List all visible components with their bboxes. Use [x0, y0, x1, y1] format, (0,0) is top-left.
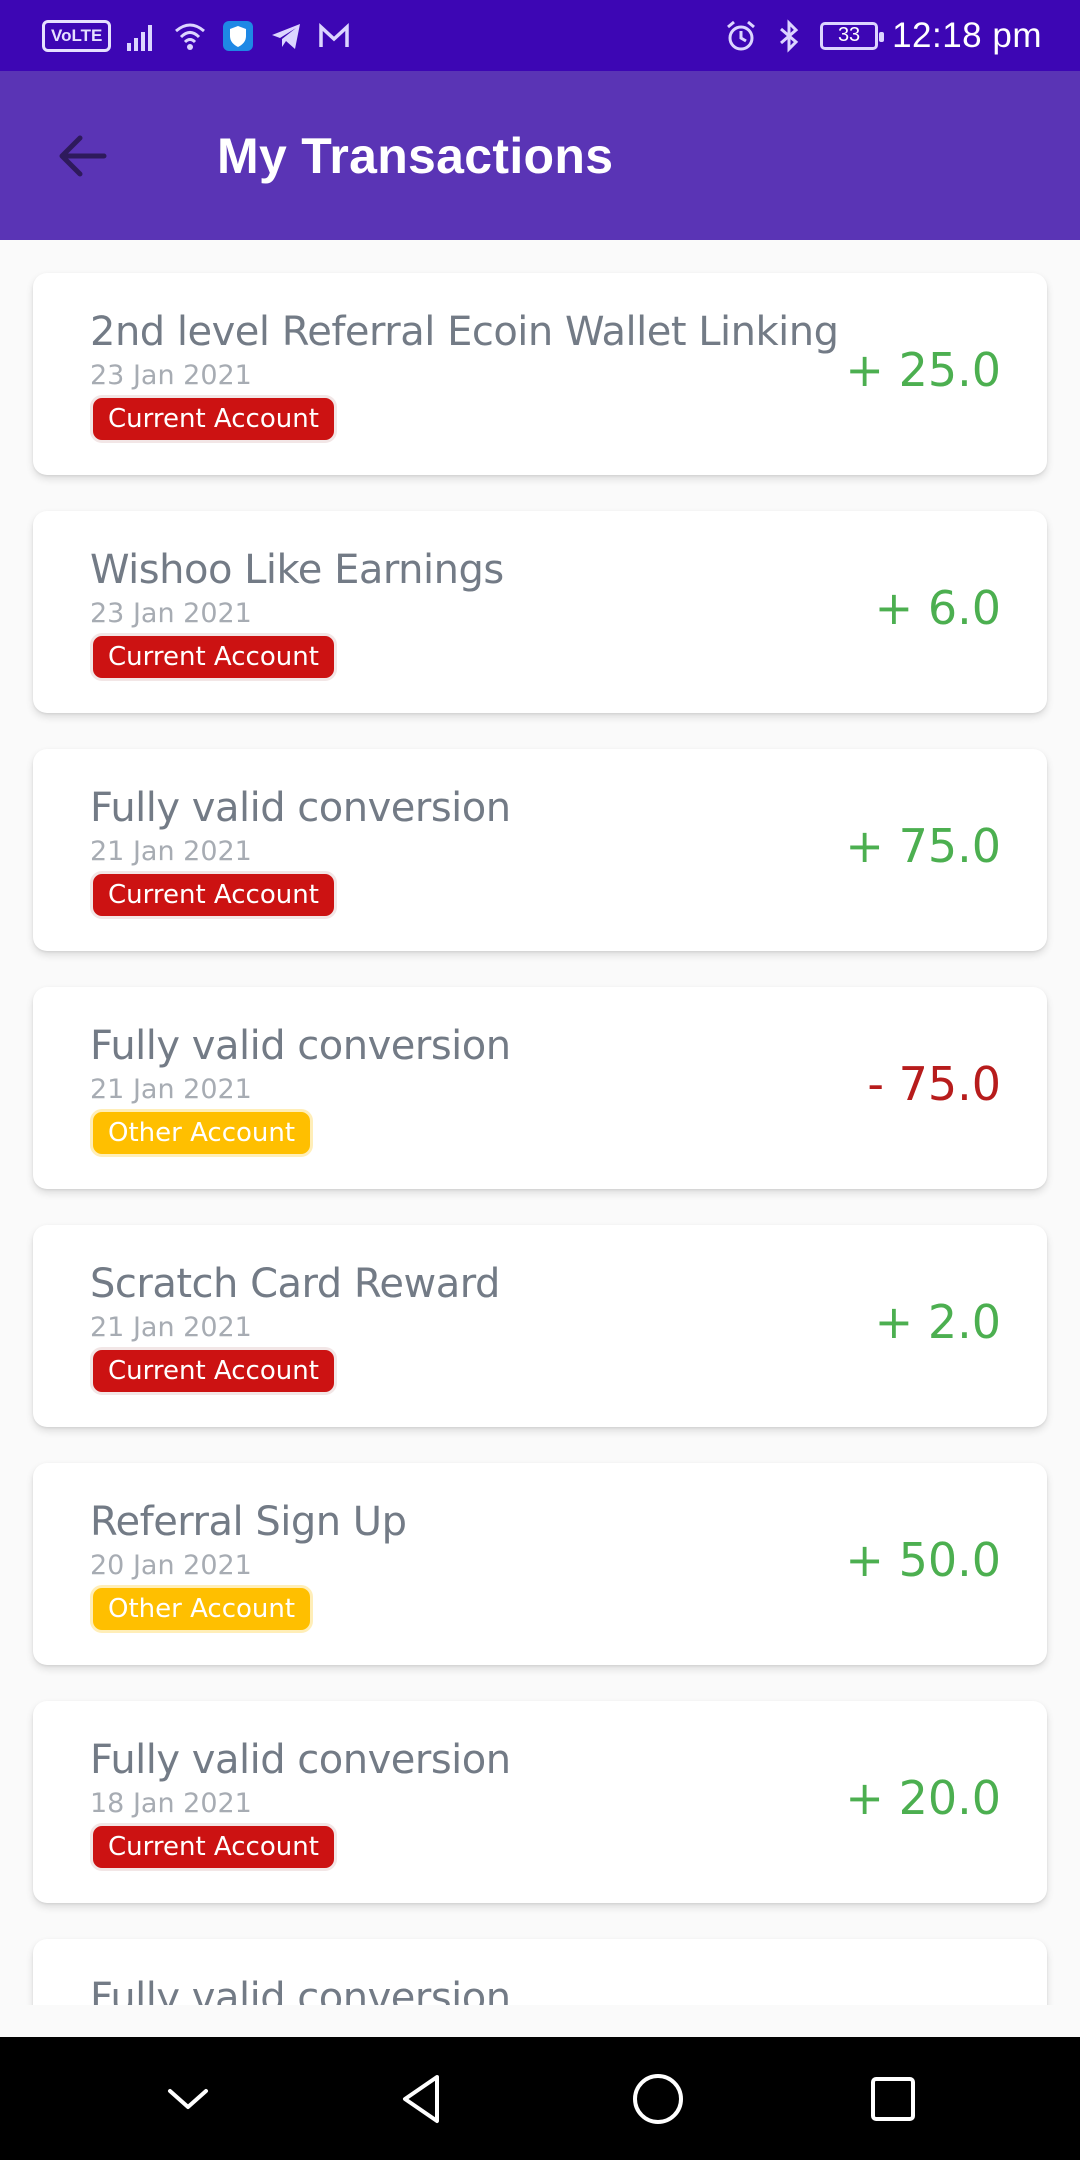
account-badge: Current Account — [90, 1823, 337, 1871]
wifi-icon — [173, 19, 207, 53]
transaction-title: Scratch Card Reward — [90, 1261, 500, 1307]
transaction-amount: + 25.0 — [845, 343, 1001, 397]
transaction-date: 18 Jan 2021 — [90, 1788, 252, 1819]
clock-time: 12:18 pm — [892, 15, 1042, 55]
back-button[interactable] — [32, 106, 132, 206]
shield-icon — [221, 19, 255, 53]
transaction-title: Fully valid conversion — [90, 785, 511, 831]
account-badge: Current Account — [90, 633, 337, 681]
battery-icon: 33 — [820, 21, 885, 50]
home-circle-icon — [632, 2073, 683, 2124]
chevron-down-icon — [167, 2088, 208, 2109]
transaction-card[interactable]: Fully valid conversion 21 Jan 2021 Other… — [33, 987, 1047, 1189]
transaction-amount: + 6.0 — [874, 581, 1001, 635]
transaction-amount: + 50.0 — [845, 1533, 1001, 1587]
transaction-card[interactable]: Fully valid conversion — [33, 1939, 1047, 2005]
transaction-date: 21 Jan 2021 — [90, 836, 252, 867]
account-badge: Current Account — [90, 395, 337, 443]
transaction-amount: + 20.0 — [845, 1771, 1001, 1825]
transaction-title: Fully valid conversion — [90, 1023, 511, 1069]
status-left: VoLTE — [42, 19, 351, 53]
volte-icon: VoLTE — [42, 19, 112, 52]
transaction-amount: + 75.0 — [845, 819, 1001, 873]
telegram-icon — [269, 19, 303, 53]
account-badge: Current Account — [90, 871, 337, 919]
transaction-card[interactable]: Wishoo Like Earnings 23 Jan 2021 Current… — [33, 511, 1047, 713]
page-title: My Transactions — [217, 127, 614, 184]
bluetooth-icon — [772, 18, 806, 53]
transaction-title: Fully valid conversion — [90, 1975, 511, 2005]
transaction-title: 2nd level Referral Ecoin Wallet Linking — [90, 309, 839, 355]
status-bar: VoLTE 33 12:18 pm — [0, 0, 1080, 71]
transaction-card[interactable]: Scratch Card Reward 21 Jan 2021 Current … — [33, 1225, 1047, 1427]
nav-back-button[interactable] — [388, 2064, 458, 2134]
transaction-title: Wishoo Like Earnings — [90, 547, 504, 593]
transaction-card[interactable]: Fully valid conversion 18 Jan 2021 Curre… — [33, 1701, 1047, 1903]
transaction-card[interactable]: Referral Sign Up 20 Jan 2021 Other Accou… — [33, 1463, 1047, 1665]
signal-icon — [125, 19, 159, 53]
transaction-title: Fully valid conversion — [90, 1737, 511, 1783]
account-badge: Other Account — [90, 1109, 314, 1157]
transaction-amount: + 2.0 — [874, 1295, 1001, 1349]
transaction-date: 23 Jan 2021 — [90, 360, 252, 391]
mail-icon — [317, 19, 351, 53]
arrow-left-icon — [59, 135, 107, 176]
transaction-date: 21 Jan 2021 — [90, 1312, 252, 1343]
transaction-date: 23 Jan 2021 — [90, 598, 252, 629]
transaction-date: 21 Jan 2021 — [90, 1074, 252, 1105]
nav-home-button[interactable] — [623, 2064, 693, 2134]
account-badge: Other Account — [90, 1585, 314, 1633]
app-bar: My Transactions — [0, 71, 1080, 240]
account-badge: Current Account — [90, 1347, 337, 1395]
alarm-icon — [724, 19, 758, 53]
recents-square-icon — [870, 2076, 915, 2121]
status-right: 33 12:18 pm — [724, 16, 1042, 56]
transaction-date: 20 Jan 2021 — [90, 1550, 252, 1581]
transaction-card[interactable]: Fully valid conversion 21 Jan 2021 Curre… — [33, 749, 1047, 951]
nav-collapse-button[interactable] — [153, 2064, 223, 2134]
nav-back-triangle-icon — [402, 2074, 439, 2123]
system-nav-bar — [0, 2037, 1080, 2160]
transactions-list[interactable]: 2nd level Referral Ecoin Wallet Linking … — [0, 240, 1080, 2005]
transaction-title: Referral Sign Up — [90, 1499, 407, 1545]
nav-recents-button[interactable] — [858, 2064, 928, 2134]
transaction-card[interactable]: 2nd level Referral Ecoin Wallet Linking … — [33, 273, 1047, 475]
transaction-amount: - 75.0 — [867, 1057, 1001, 1111]
